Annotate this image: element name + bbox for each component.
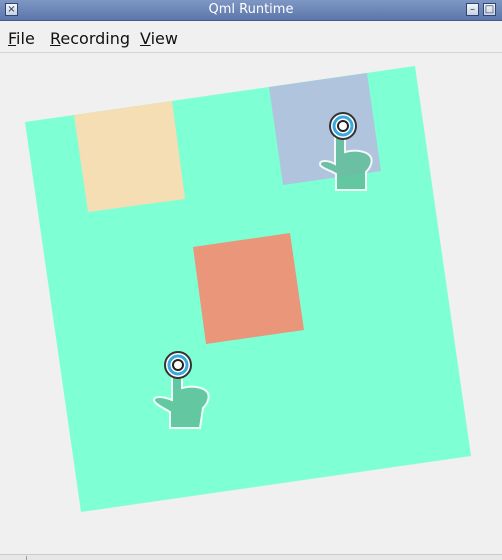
menu-file-mnemonic: F xyxy=(8,29,17,48)
menu-view-mnemonic: V xyxy=(140,29,151,48)
tan-square[interactable] xyxy=(74,101,185,212)
maximize-button[interactable]: □ xyxy=(483,3,496,16)
menu-recording-label: ecording xyxy=(60,29,131,48)
menu-recording-mnemonic: R xyxy=(50,29,61,48)
maximize-icon: □ xyxy=(484,4,495,15)
window-title: Qml Runtime xyxy=(208,2,294,17)
menu-view[interactable]: View xyxy=(140,29,178,48)
menu-view-label: iew xyxy=(150,29,178,48)
menu-file[interactable]: File xyxy=(8,29,35,48)
touch-ring-icon xyxy=(329,112,357,140)
minimize-icon: – xyxy=(470,4,475,15)
menu-file-label: ile xyxy=(16,29,35,48)
size-grip[interactable] xyxy=(26,556,27,560)
touch-ring-icon xyxy=(164,351,192,379)
salmon-square[interactable] xyxy=(193,233,304,344)
menu-bar: File Recording View xyxy=(0,22,502,53)
title-bar: × Qml Runtime – □ xyxy=(0,0,502,21)
minimize-button[interactable]: – xyxy=(466,3,479,16)
menu-recording[interactable]: Recording xyxy=(50,29,130,48)
qml-scene[interactable] xyxy=(0,54,502,554)
qml-viewport[interactable] xyxy=(0,54,502,554)
status-strip xyxy=(0,554,502,560)
